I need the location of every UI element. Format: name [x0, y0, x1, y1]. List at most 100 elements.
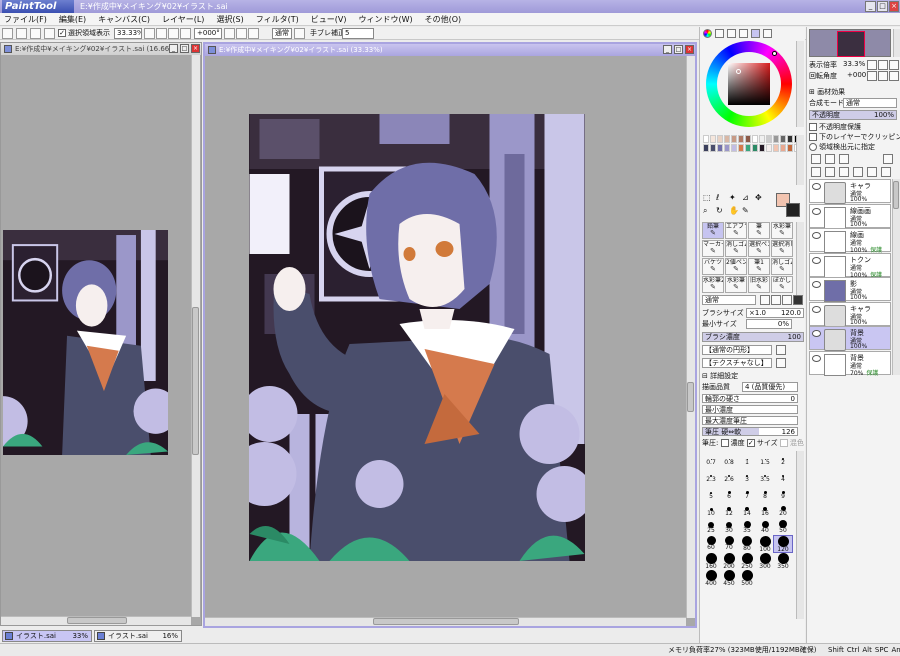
quality-select[interactable]: 4 (品質優先): [742, 382, 798, 392]
color-swatch[interactable]: [787, 144, 793, 152]
window-maximize-button[interactable]: □: [674, 45, 683, 54]
layer-item[interactable]: 影通常 100%: [809, 277, 891, 302]
deselect-icon[interactable]: [30, 28, 41, 39]
color-swatch[interactable]: [773, 135, 779, 143]
visibility-eye-icon[interactable]: [812, 256, 821, 264]
zoom-out-icon[interactable]: [144, 28, 155, 39]
brush-size-preset[interactable]: 6: [720, 485, 738, 501]
brush-size-preset[interactable]: 8: [756, 485, 774, 501]
pressure-density-checkbox[interactable]: [720, 439, 729, 447]
layer-opacity-slider[interactable]: 不透明度 100%: [809, 110, 897, 120]
color-swatch[interactable]: [703, 144, 709, 152]
sample-source-checkbox[interactable]: [809, 143, 817, 151]
swatch-scrollbar[interactable]: [796, 135, 804, 185]
texture-select[interactable]: 【テクスチャなし】: [702, 358, 772, 368]
visibility-eye-icon[interactable]: [812, 354, 821, 362]
stabilizer-field[interactable]: 5: [342, 28, 374, 39]
brush-size-preset[interactable]: 60: [702, 536, 720, 552]
brush-size-preset[interactable]: 0.7: [702, 451, 720, 467]
color-swatch[interactable]: [717, 144, 723, 152]
rotate-reset-icon[interactable]: [248, 28, 259, 39]
color-swatch[interactable]: [731, 144, 737, 152]
brush-size-preset[interactable]: 5: [702, 485, 720, 501]
color-swatch[interactable]: [710, 144, 716, 152]
tool-grid-scrollbar[interactable]: [796, 222, 804, 296]
edge-settings-icon[interactable]: [776, 345, 786, 355]
vertical-scroll-thumb[interactable]: [192, 307, 199, 455]
brush-tool-14[interactable]: 旧水彩 ✎: [748, 276, 770, 293]
color-swatch[interactable]: [710, 135, 716, 143]
brush-size-preset[interactable]: 500: [738, 570, 756, 587]
vertical-scrollbar[interactable]: [191, 55, 200, 617]
brush-size-preset[interactable]: 300: [756, 553, 774, 570]
document-tab-active[interactable]: イラスト.sai 33%: [2, 630, 92, 642]
layer-properties-icon[interactable]: [881, 167, 891, 177]
brush-size-preset[interactable]: 20: [774, 502, 792, 518]
layer-item[interactable]: 線画画 通常 100%: [809, 203, 891, 229]
brush-size-preset[interactable]: 40: [756, 519, 774, 535]
close-button[interactable]: ×: [889, 1, 899, 12]
brush-size-preset[interactable]: 70: [720, 536, 738, 552]
trash-icon[interactable]: [867, 167, 877, 177]
brush-size-preset[interactable]: 10: [702, 502, 720, 518]
brush-size-preset[interactable]: 3: [738, 468, 756, 484]
maximize-button[interactable]: □: [877, 1, 888, 12]
protect-opacity-checkbox[interactable]: [809, 123, 817, 131]
shape-square-icon[interactable]: [793, 295, 803, 305]
detail-settings-toggle[interactable]: ⊟ 詳細設定: [702, 371, 738, 381]
magic-wand-icon[interactable]: ✦: [729, 193, 741, 205]
navigator-zoom-reset-icon[interactable]: [889, 60, 899, 70]
brush-size-scrollbar[interactable]: [796, 451, 804, 619]
brush-tool-2[interactable]: 筆 ✎: [748, 222, 770, 239]
layer-list-scrollbar[interactable]: [892, 179, 900, 375]
color-wheel-mode-icon[interactable]: [703, 29, 712, 38]
layer-scroll-thumb[interactable]: [893, 181, 899, 209]
navigator-zoom-in-icon[interactable]: [878, 60, 888, 70]
layer-item[interactable]: 背景 通常 70% 保護: [809, 350, 891, 377]
menu-item-0[interactable]: ファイル(F): [4, 14, 47, 25]
menu-item-1[interactable]: 編集(E): [59, 14, 86, 25]
window-minimize-button[interactable]: _: [169, 44, 178, 53]
lock-icon[interactable]: [853, 167, 863, 177]
navigator-scrollbar[interactable]: [893, 29, 900, 57]
canvas-window-small[interactable]: E:¥作成中¥メイキング¥02¥イラスト.sai (16.66%) _ □ ×: [0, 42, 202, 626]
brush-mode-select[interactable]: 通常: [702, 295, 756, 305]
secondary-color-swatch[interactable]: [786, 203, 800, 217]
brush-size-preset[interactable]: 4: [774, 468, 792, 484]
brush-size-preset[interactable]: 1.5: [756, 451, 774, 467]
visibility-eye-icon[interactable]: [812, 305, 821, 313]
brush-size-preset[interactable]: 12: [720, 502, 738, 518]
window-close-button[interactable]: ×: [685, 45, 694, 54]
redo-icon[interactable]: [16, 28, 27, 39]
brush-size-preset[interactable]: 1: [738, 451, 756, 467]
brush-tool-6[interactable]: 選択ペン✎: [748, 240, 770, 257]
brush-size-preset[interactable]: 450: [720, 570, 738, 587]
brush-size-preset[interactable]: 200: [720, 553, 738, 570]
brush-tool-0[interactable]: 鉛筆 ✎: [702, 222, 724, 239]
vertical-scroll-thumb[interactable]: [687, 382, 694, 412]
color-swatch[interactable]: [759, 144, 765, 152]
brush-size-preset[interactable]: 25: [702, 519, 720, 535]
brush-tool-4[interactable]: マーカー✎: [702, 240, 724, 257]
horizontal-scrollbar[interactable]: [1, 616, 191, 625]
zoom-reset-icon[interactable]: [168, 28, 179, 39]
navigator-rotate-reset-icon[interactable]: [889, 71, 899, 81]
brush-tool-7[interactable]: 選択消し✎: [771, 240, 793, 257]
clear-layer-icon[interactable]: [839, 167, 849, 177]
move-icon[interactable]: ✥: [755, 193, 767, 205]
layer-item[interactable]: 線画 通常 100% 保護: [809, 228, 891, 254]
protect-opacity-option[interactable]: 不透明度保護: [809, 122, 861, 132]
window-close-button[interactable]: ×: [191, 44, 200, 53]
merge-down-icon[interactable]: [825, 167, 835, 177]
color-panel-scrollbar[interactable]: [796, 41, 804, 127]
hue-cursor-icon[interactable]: [772, 51, 777, 56]
zoom-icon[interactable]: ⌕: [703, 206, 715, 219]
color-cursor-icon[interactable]: [736, 69, 741, 74]
visibility-eye-icon[interactable]: [812, 232, 821, 239]
brush-size-preset[interactable]: 2.3: [702, 468, 720, 484]
paper-effect-toggle[interactable]: ⊞ 画材効果: [809, 87, 845, 97]
brush-size-field[interactable]: ×1.0 120.0: [746, 308, 804, 318]
fit-icon[interactable]: [180, 28, 191, 39]
layer-folder[interactable]: 背景 通常 100%: [809, 326, 891, 351]
selection-display-checkbox[interactable]: ✓: [58, 29, 66, 37]
